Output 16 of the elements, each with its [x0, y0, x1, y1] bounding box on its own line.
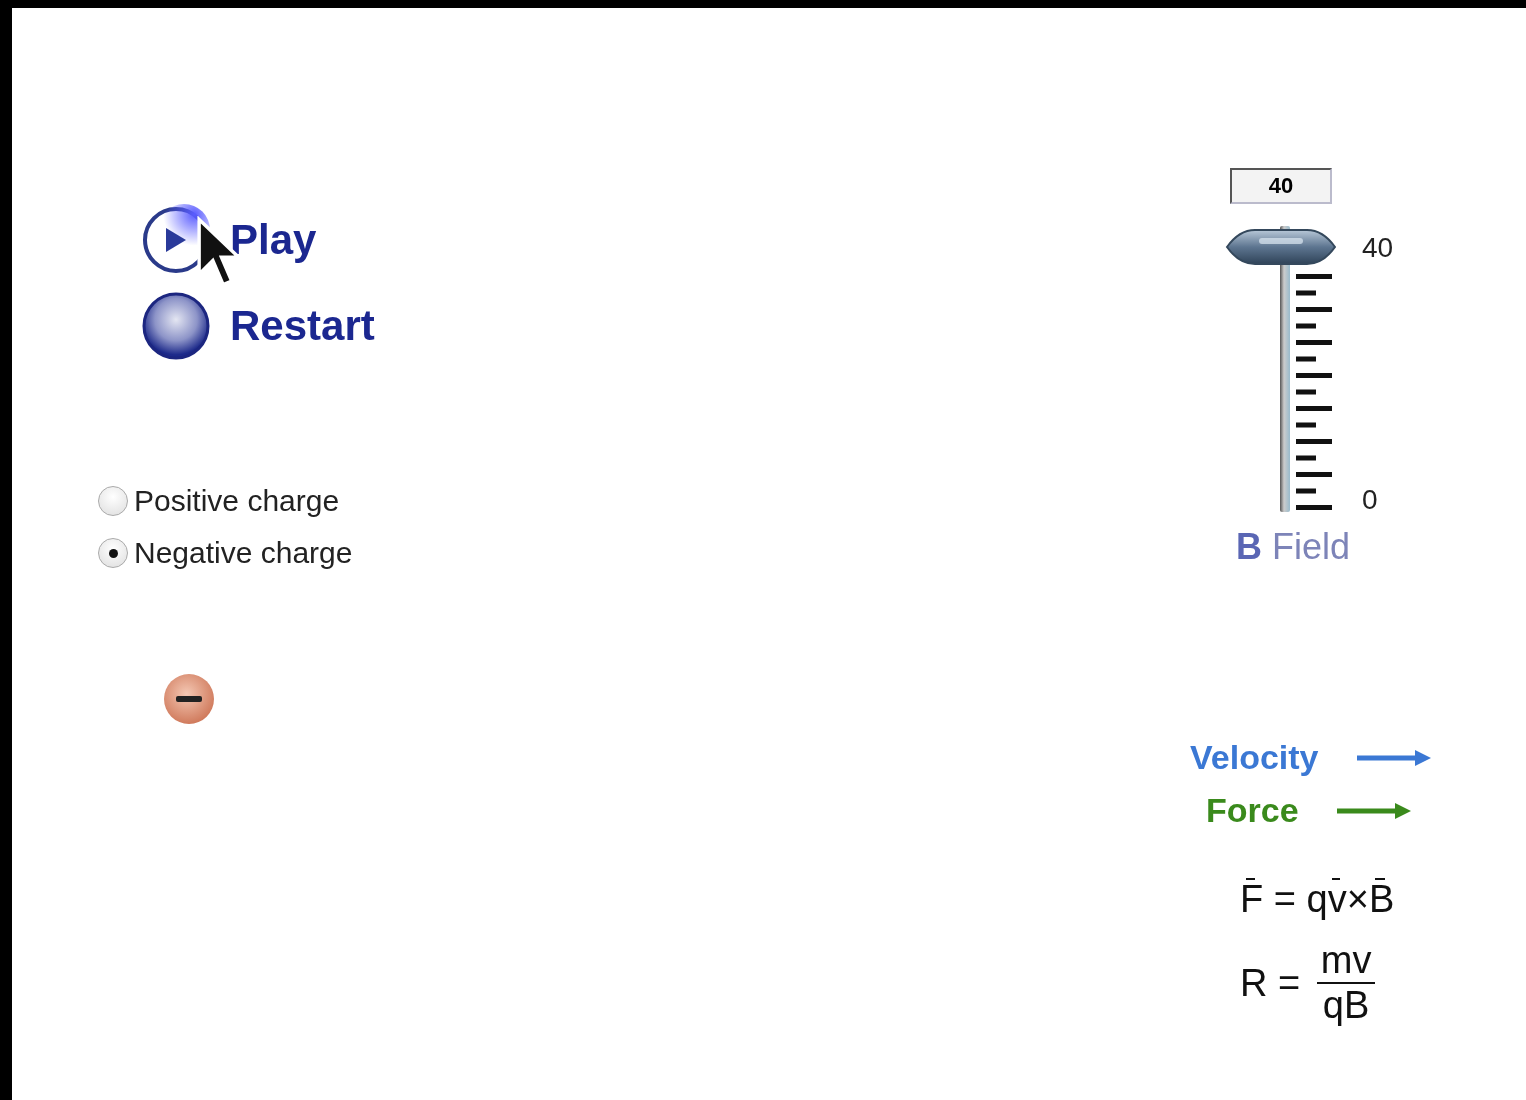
scale-label: 0 — [1362, 484, 1379, 516]
slider-label: B Field — [1236, 526, 1351, 568]
slider-thumb[interactable] — [1225, 226, 1337, 268]
value-field[interactable]: 40 — [1230, 168, 1332, 204]
radio-label[interactable]: Negative charge — [134, 536, 353, 570]
negative-charge-icon — [162, 672, 216, 726]
radio-button[interactable] — [98, 486, 128, 516]
radio-button[interactable] — [98, 538, 128, 568]
formula: F = qv×B — [1240, 878, 1395, 921]
scale-label: 40 — [1362, 232, 1394, 264]
legend-label: Force — [1206, 791, 1299, 830]
legend-label: Velocity — [1190, 738, 1319, 777]
play-button[interactable]: Play — [140, 204, 375, 276]
radio-label[interactable]: Positive charge — [134, 484, 340, 518]
restart-button[interactable]: Restart — [140, 290, 375, 362]
restart-icon — [140, 290, 212, 362]
